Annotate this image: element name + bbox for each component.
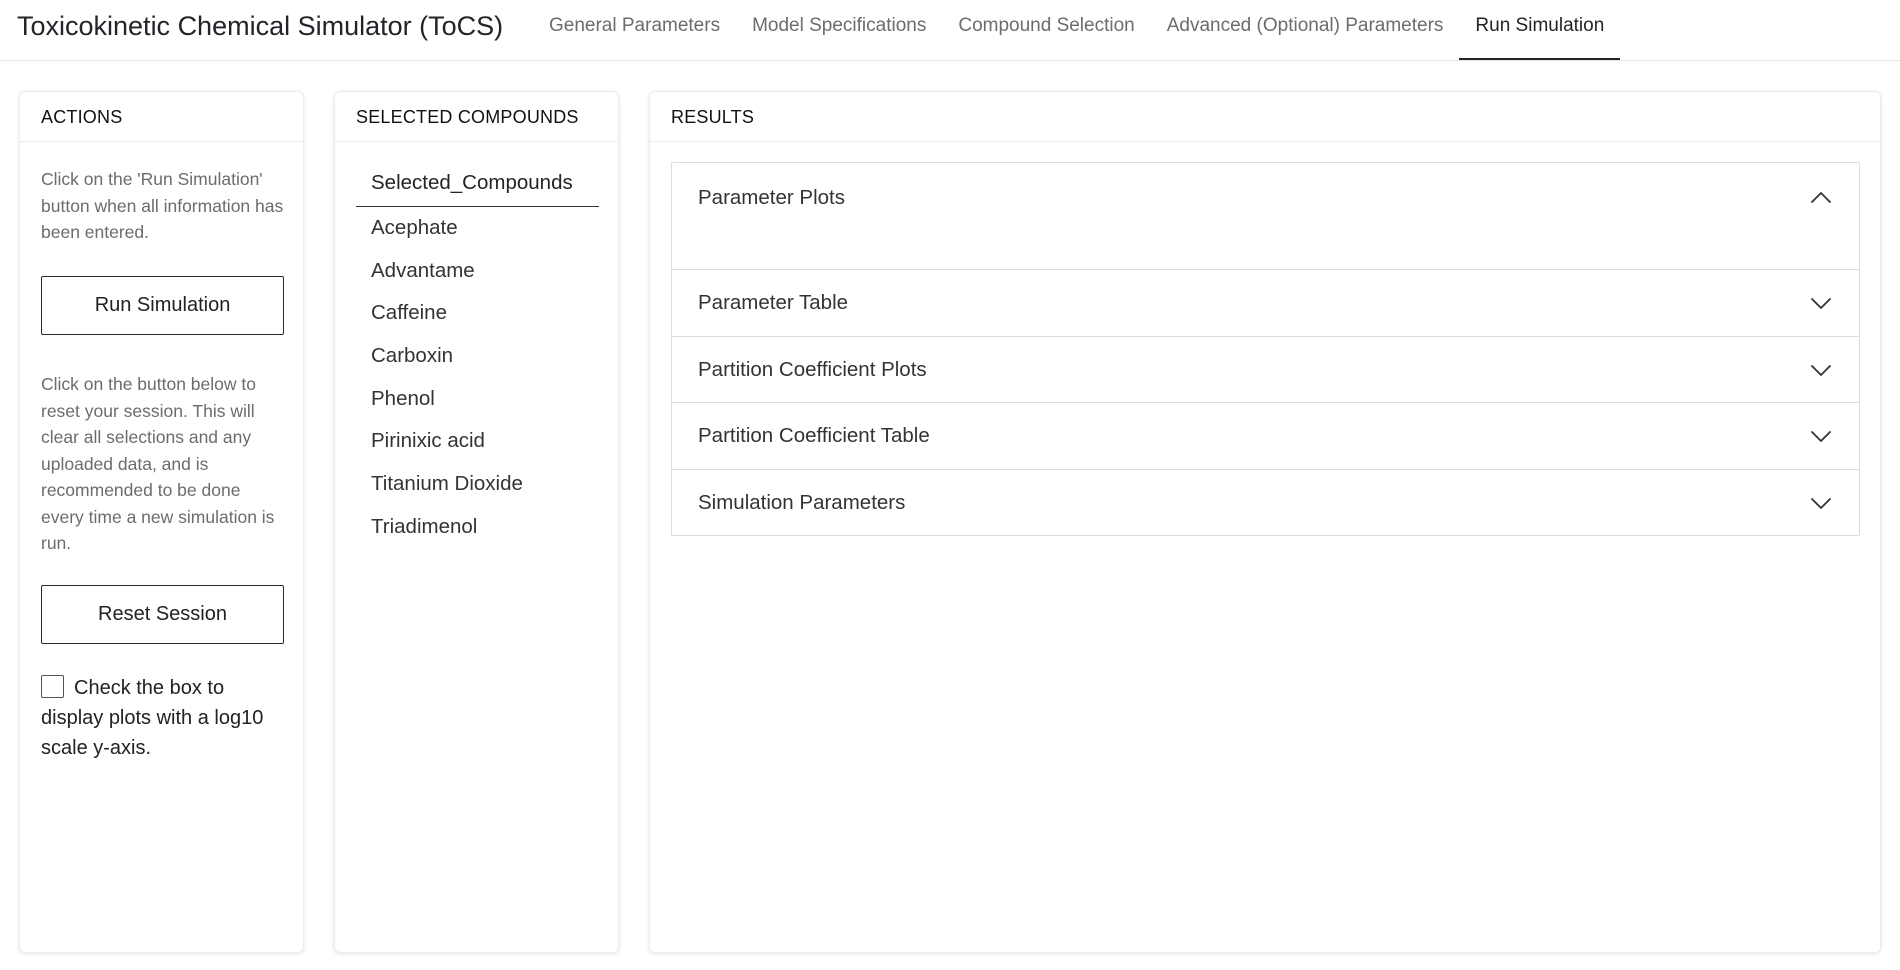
chevron-down-icon[interactable] <box>1809 491 1833 515</box>
accordion-parameter-table[interactable]: Parameter Table <box>672 269 1859 336</box>
compound-row: Acephate <box>371 216 458 239</box>
compound-row: Triadimenol <box>371 514 478 538</box>
compound-column-header: Selected_Compounds <box>356 162 599 207</box>
accordion-partition-coefficient-table[interactable]: Partition Coefficient Table <box>672 402 1859 469</box>
reset-session-button[interactable]: Reset Session <box>41 585 284 644</box>
accordion-title: Partition Coefficient Table <box>698 424 930 447</box>
compound-row: Titanium Dioxide <box>371 472 523 496</box>
results-card: RESULTS Parameter Plots Parameter Table … <box>649 91 1881 953</box>
results-accordion: Parameter Plots Parameter Table Partitio… <box>671 162 1860 536</box>
chevron-down-icon[interactable] <box>1809 291 1833 315</box>
compound-row: Phenol <box>371 386 435 410</box>
log-scale-option: Check the box to display plots with a lo… <box>41 673 291 763</box>
chevron-down-icon[interactable] <box>1809 424 1833 448</box>
results-header: RESULTS <box>650 92 1880 142</box>
accordion-parameter-plots[interactable]: Parameter Plots <box>672 163 1859 269</box>
top-navbar: Toxicokinetic Chemical Simulator (ToCS) … <box>0 0 1900 61</box>
compound-table: Selected_Compounds Acephate Advantame Ca… <box>356 162 599 549</box>
selected-compounds-header: SELECTED COMPOUNDS <box>335 92 618 142</box>
tab-model-specifications[interactable]: Model Specifications <box>736 0 942 61</box>
log-scale-checkbox[interactable] <box>41 675 64 698</box>
accordion-title: Partition Coefficient Plots <box>698 357 927 381</box>
compound-row: Pirinixic acid <box>371 429 485 453</box>
app-title: Toxicokinetic Chemical Simulator (ToCS) <box>17 11 504 41</box>
accordion-title: Parameter Plots <box>698 186 845 209</box>
compound-row: Caffeine <box>371 301 447 325</box>
tab-general-parameters[interactable]: General Parameters <box>533 0 736 61</box>
selected-compounds-card: SELECTED COMPOUNDS Selected_Compounds Ac… <box>334 91 619 953</box>
actions-card: ACTIONS Click on the 'Run Simulation' bu… <box>19 91 304 953</box>
compound-row: Advantame <box>371 258 475 282</box>
accordion-title: Parameter Table <box>698 291 849 314</box>
run-simulation-button[interactable]: Run Simulation <box>41 276 284 335</box>
nav-tabs: General Parameters Model Specifications … <box>533 0 1621 61</box>
accordion-partition-coefficient-plots[interactable]: Partition Coefficient Plots <box>672 335 1859 403</box>
tab-advanced-parameters[interactable]: Advanced (Optional) Parameters <box>1151 0 1460 61</box>
compound-row: Carboxin <box>371 344 454 368</box>
tab-run-simulation[interactable]: Run Simulation <box>1459 0 1621 61</box>
reset-help-text: Click on the button below to reset your … <box>41 374 275 553</box>
accordion-simulation-parameters[interactable]: Simulation Parameters <box>672 468 1859 536</box>
actions-header: ACTIONS <box>20 92 303 142</box>
chevron-up-icon[interactable] <box>1809 186 1833 210</box>
accordion-title: Simulation Parameters <box>698 490 906 514</box>
run-help-text: Click on the 'Run Simulation' button whe… <box>41 169 284 242</box>
log-scale-checkbox-label[interactable]: Check the box to display plots with a lo… <box>41 677 263 759</box>
tab-compound-selection[interactable]: Compound Selection <box>942 0 1150 61</box>
chevron-down-icon[interactable] <box>1809 358 1833 382</box>
